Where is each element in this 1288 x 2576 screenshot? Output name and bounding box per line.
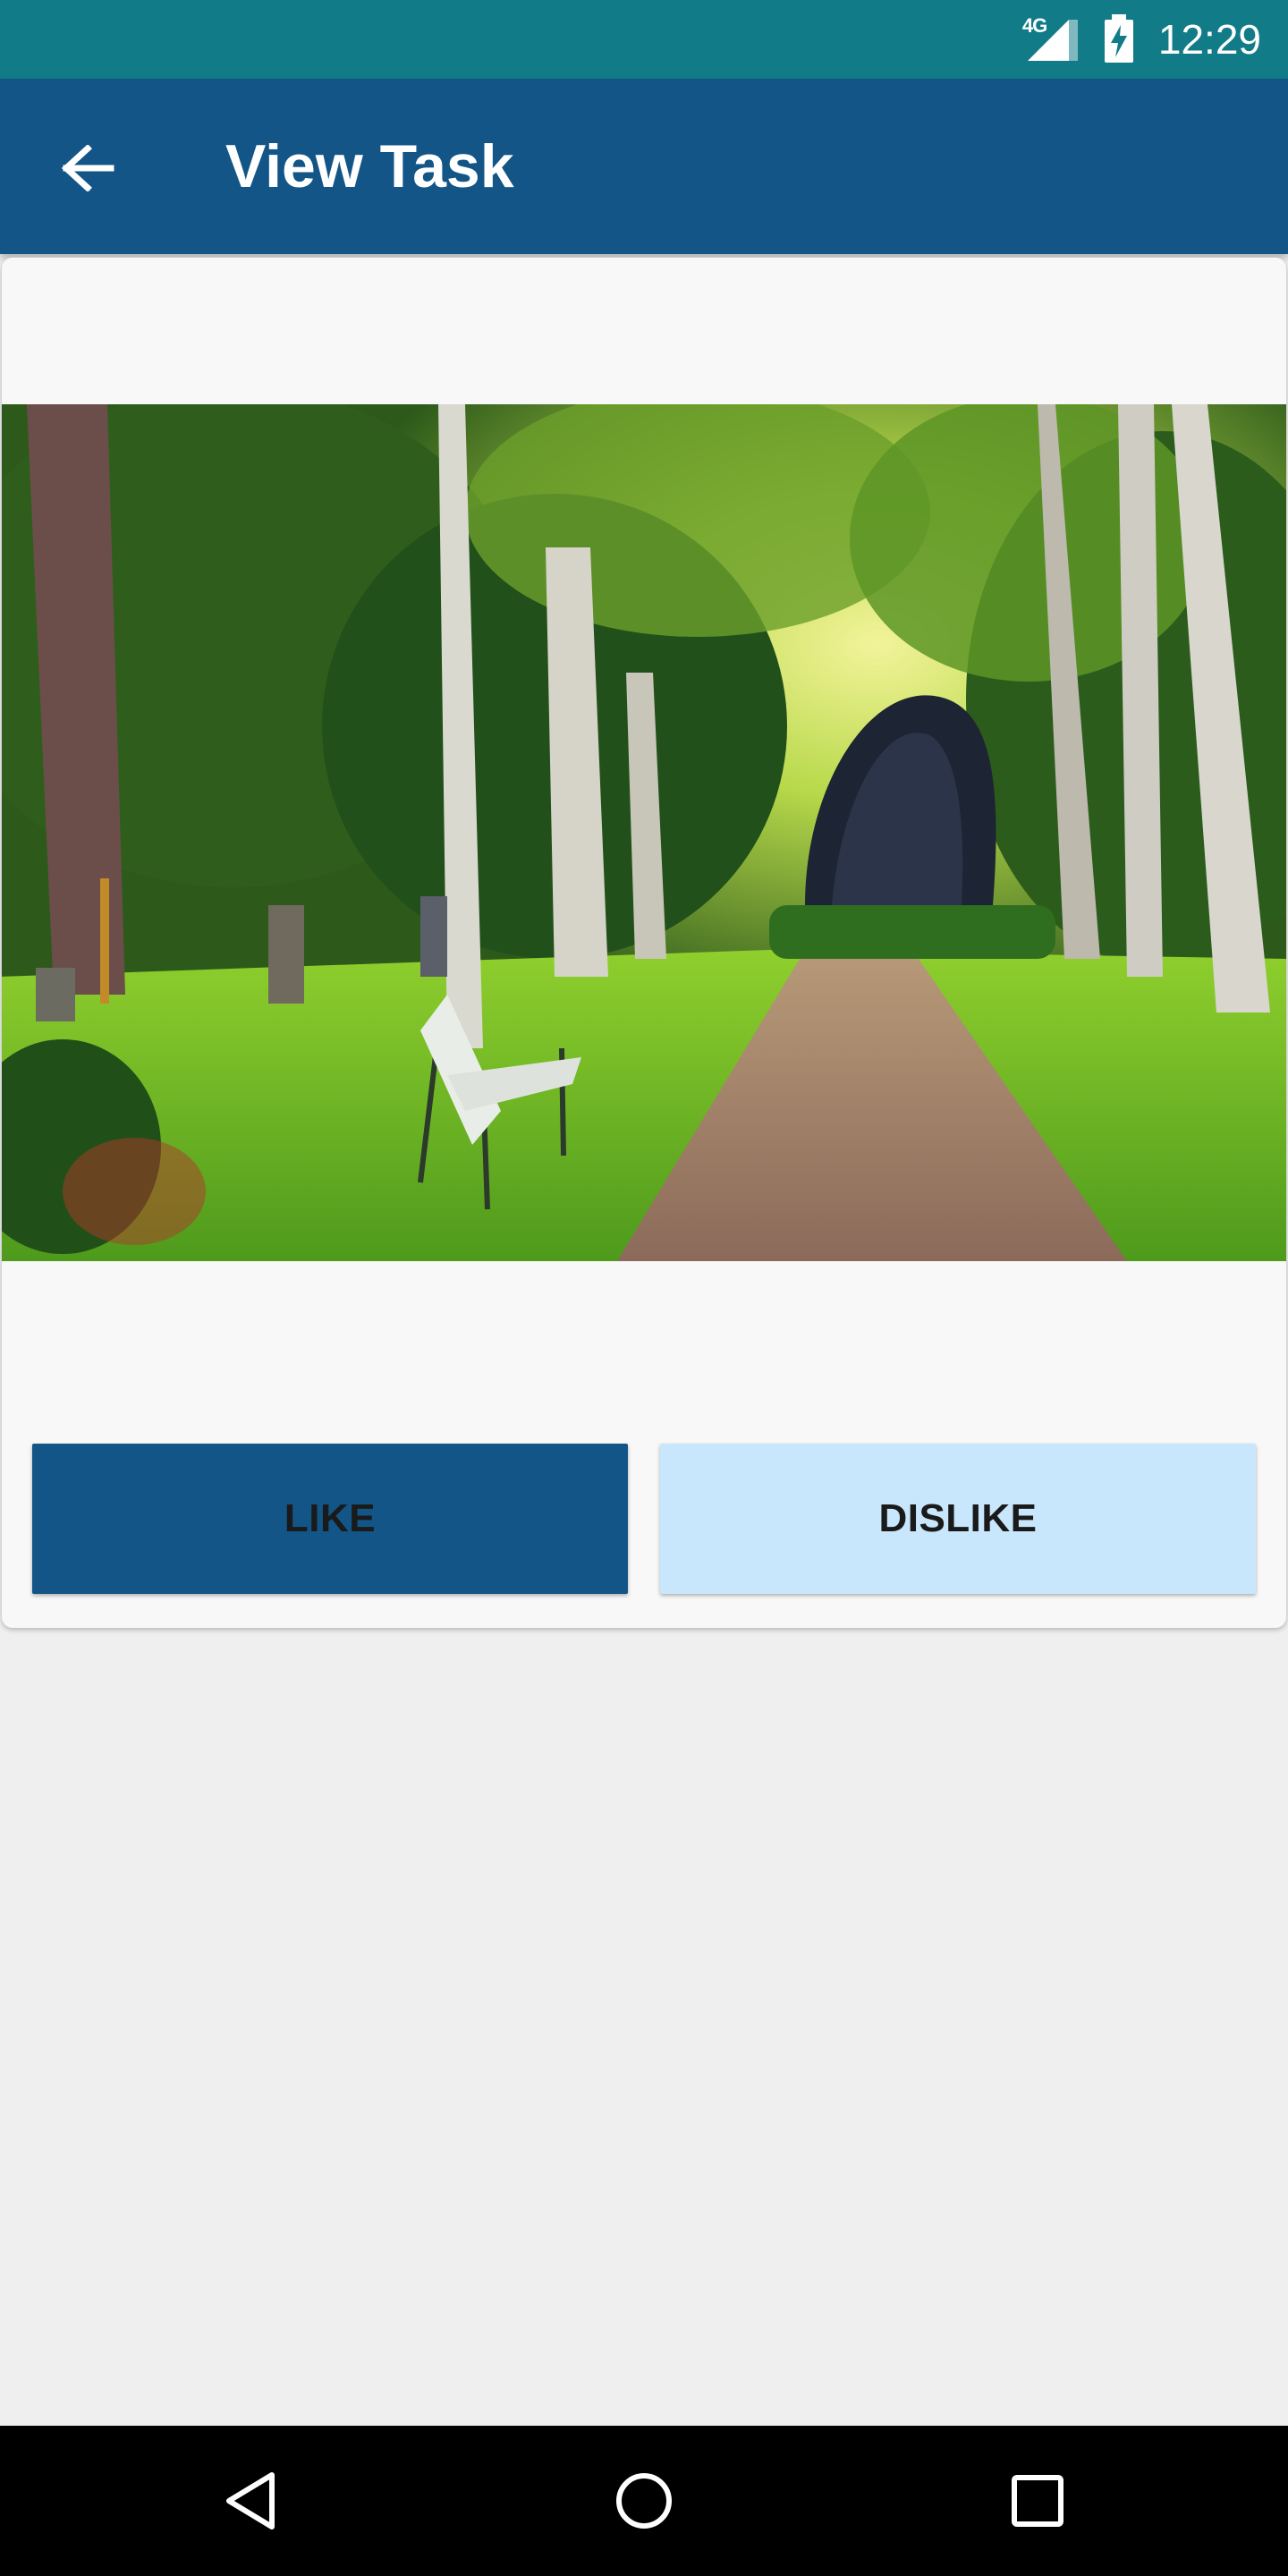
task-card: LIKE DISLIKE xyxy=(2,258,1286,1628)
like-button-label: LIKE xyxy=(284,1496,377,1540)
app-bar: View Task xyxy=(0,79,1288,254)
nav-home-button[interactable] xyxy=(608,2465,680,2537)
back-button[interactable] xyxy=(52,140,123,197)
arrow-left-icon xyxy=(61,145,114,191)
park-path-with-bench-photo xyxy=(2,404,1286,1261)
page-title: View Task xyxy=(225,132,514,200)
nav-recents-button[interactable] xyxy=(1002,2465,1073,2537)
status-bar: 4G 12:29 xyxy=(0,0,1288,79)
network-indicator: 4G xyxy=(1022,14,1080,64)
battery-charging-icon xyxy=(1104,14,1133,63)
like-button[interactable]: LIKE xyxy=(32,1444,628,1594)
network-type-label: 4G xyxy=(1021,14,1047,37)
home-circle-icon xyxy=(616,2473,672,2529)
nav-back-button[interactable] xyxy=(215,2465,286,2537)
dislike-button-label: DISLIKE xyxy=(878,1496,1038,1540)
status-time: 12:29 xyxy=(1157,16,1261,63)
task-image xyxy=(2,404,1286,1261)
recents-square-icon xyxy=(1012,2475,1063,2527)
dislike-button[interactable]: DISLIKE xyxy=(660,1444,1256,1594)
back-triangle-icon xyxy=(226,2472,275,2529)
system-nav-bar xyxy=(0,2426,1288,2576)
